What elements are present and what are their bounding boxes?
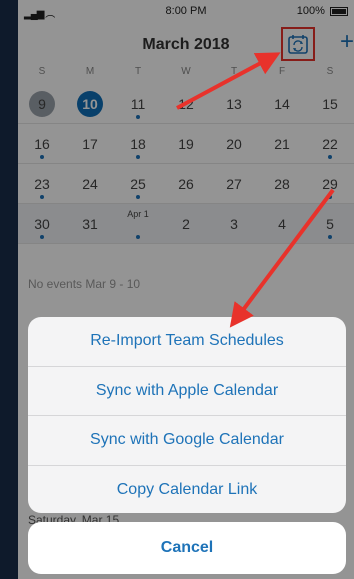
- sync-google-calendar-option[interactable]: Sync with Google Calendar: [28, 416, 346, 466]
- phone-screen: ▂▄▆ ︵ 8:00 PM 100% March 2018 + SMTWTFS …: [18, 0, 354, 579]
- reimport-team-schedules-option[interactable]: Re-Import Team Schedules: [28, 317, 346, 367]
- copy-calendar-link-option[interactable]: Copy Calendar Link: [28, 466, 346, 514]
- action-sheet: Re-Import Team Schedules Sync with Apple…: [28, 317, 346, 513]
- cancel-button[interactable]: Cancel: [28, 522, 346, 574]
- sync-apple-calendar-option[interactable]: Sync with Apple Calendar: [28, 367, 346, 416]
